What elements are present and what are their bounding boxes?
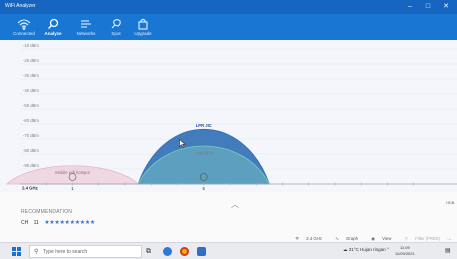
recommendation-panel: ︿ HDB RECOMMENDATION CH 11 ★★★★★★★★★★ ᯤ …: [0, 192, 457, 242]
band-label: 2.4 GHz: [22, 186, 38, 191]
weather-text: 31°C Hujan ringan: [348, 247, 386, 252]
nav-item-networks[interactable]: Networks: [71, 14, 101, 40]
y-tick-label: -80 dBm: [23, 148, 39, 153]
y-tick-label: -90 dBm: [23, 163, 39, 168]
band-button[interactable]: ᯤ 2.4 GHz: [289, 236, 322, 241]
nav-item-connected[interactable]: Connected: [9, 14, 39, 40]
list-icon: [71, 17, 101, 31]
series-label: Ana 2019: [195, 151, 214, 156]
signal-chart: -10 dBm -20 dBm -30 dBm -40 dBm -50 dBm -60 d…: [0, 40, 457, 192]
title-bar: WiFi Analyzer – □ ✕: [0, 0, 457, 14]
bag-icon: [128, 17, 158, 31]
nav-label-upgrade: Upgrade: [134, 31, 152, 36]
location-icon: [101, 17, 131, 31]
right-edge-label: HDB: [446, 200, 455, 205]
taskbar: ⚲ Type here to search ⧉ ☁ 31°C Hujan rin…: [0, 242, 457, 259]
search-placeholder: Type here to search: [43, 249, 88, 255]
cursor-icon: [179, 139, 186, 148]
task-view-icon[interactable]: ⧉: [146, 247, 155, 256]
channel-value: 11: [33, 220, 39, 226]
nav-item-upgrade[interactable]: Upgrade: [128, 14, 158, 40]
eye-icon: ◉: [371, 236, 375, 241]
y-tick-label: -40 dBm: [23, 88, 39, 93]
nav-bar: Connected Analyze Networks Spot Upgrade: [0, 14, 457, 40]
series-label: LPR JIC: [196, 123, 212, 128]
y-tick-label: -10 dBm: [23, 43, 39, 48]
nav-item-analyze[interactable]: Analyze: [38, 14, 68, 40]
tray-chevron-icon[interactable]: ⌃: [386, 247, 390, 253]
y-tick-label: -70 dBm: [23, 133, 39, 138]
channel-graph: -10 dBm -20 dBm -30 dBm -40 dBm -50 dBm -60 d…: [5, 43, 457, 191]
filter-icon: ▽: [404, 236, 408, 241]
minimize-button[interactable]: –: [404, 2, 416, 11]
view-button[interactable]: ◉ View: [365, 236, 391, 241]
close-button[interactable]: ✕: [440, 2, 452, 11]
nav-label-analyze: Analyze: [44, 31, 62, 36]
graph-label: Graph: [346, 236, 358, 241]
clock-date: 11/09/2021: [395, 251, 415, 256]
nav-label-spot: Spot: [111, 31, 121, 36]
weather-status[interactable]: ☁ 31°C Hujan ringan: [343, 247, 386, 253]
taskbar-search[interactable]: ⚲ Type here to search: [29, 245, 142, 258]
chrome-browser-icon[interactable]: [180, 247, 189, 256]
rating-stars: ★★★★★★★★★★: [44, 220, 96, 226]
y-tick-label: -20 dBm: [23, 58, 39, 63]
search-icon: ⚲: [34, 249, 39, 255]
window-title: WiFi Analyzer: [5, 3, 36, 9]
view-label: View: [382, 236, 392, 241]
band-label: 2.4 GHz: [306, 236, 323, 241]
cloud-rain-icon: ☁: [343, 247, 348, 252]
more-button[interactable]: ...: [447, 236, 451, 241]
recommendation-label: RECOMMENDATION: [21, 209, 73, 215]
nav-item-spot[interactable]: Spot: [101, 14, 131, 40]
wifi-band-icon: ᯤ: [295, 236, 300, 241]
wifi-analyzer-taskbar-icon[interactable]: [197, 247, 206, 256]
x-tick-label: 6: [203, 186, 206, 191]
nav-label-connected: Connected: [13, 31, 35, 36]
clock[interactable]: 11:09 11/09/2021: [395, 245, 415, 257]
notification-icon[interactable]: ▤: [445, 247, 451, 254]
channel-prefix: CH: [21, 220, 29, 226]
windows-start-icon[interactable]: [12, 247, 21, 256]
maximize-button[interactable]: □: [422, 2, 434, 11]
y-tick-label: -60 dBm: [23, 118, 39, 123]
chevron-up-icon[interactable]: ︿: [231, 199, 239, 210]
magnifier-icon: [38, 17, 68, 31]
filter-label: Filter (FREE): [415, 236, 441, 241]
x-tick-label: 1: [71, 186, 74, 191]
recommended-channel: CH 11 ★★★★★★★★★★: [21, 219, 95, 226]
series-label: Mobile wifi hotspot: [55, 170, 90, 175]
y-tick-label: -30 dBm: [23, 73, 39, 78]
filter-button[interactable]: ▽ Filter (FREE): [399, 236, 441, 241]
y-tick-label: -50 dBm: [23, 103, 39, 108]
graph-icon: ∿: [335, 236, 339, 241]
wifi-icon: [9, 17, 39, 31]
edge-browser-icon[interactable]: [163, 247, 172, 256]
graph-button[interactable]: ∿ Graph: [329, 236, 358, 241]
nav-label-networks: Networks: [76, 31, 96, 36]
